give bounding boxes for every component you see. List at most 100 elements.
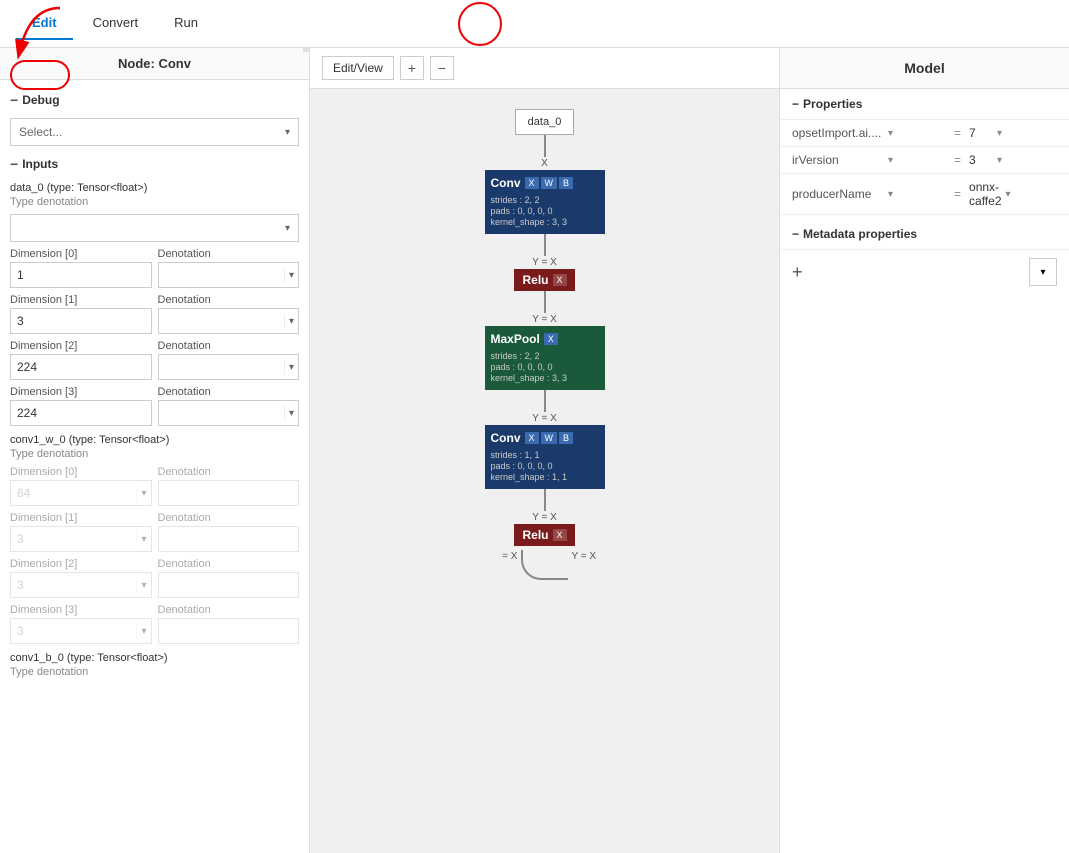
prop-irversion-right[interactable]: ▾ xyxy=(997,155,1057,166)
menu-edit[interactable]: Edit xyxy=(16,7,73,40)
prop-irversion-right-arrow[interactable]: ▾ xyxy=(997,155,1002,166)
node-relu2[interactable]: Relu X xyxy=(514,524,574,546)
zoom-in-button[interactable]: + xyxy=(400,56,424,80)
maxpool-strides: strides : 2, 2 xyxy=(491,351,599,361)
connector-1 xyxy=(544,234,546,256)
relu1-x-btn[interactable]: X xyxy=(553,274,567,286)
prop-irversion-select[interactable]: ▾ xyxy=(886,155,946,166)
nn-graph: data_0 X Conv X W B strides : 2, 2 pads … xyxy=(445,89,645,580)
dim1-input[interactable]: 3 xyxy=(10,308,152,334)
dim1-label: Dimension [1] xyxy=(10,294,152,306)
prop-irversion-eq: = xyxy=(950,153,965,167)
select-placeholder: Select... xyxy=(19,125,62,139)
conv1w0-dim0-val: 64 xyxy=(11,484,136,502)
debug-select[interactable]: Select... ▾ xyxy=(10,118,299,146)
prop-opset-select[interactable]: ▾ xyxy=(886,128,946,139)
field-data0-type: Type denotation xyxy=(10,196,299,208)
field-conv1w0-type: Type denotation xyxy=(10,448,299,460)
meta-label: Metadata properties xyxy=(803,227,917,241)
conv1-b-btn[interactable]: B xyxy=(559,177,573,189)
den2-input[interactable]: ▾ xyxy=(158,354,300,380)
den3-input[interactable]: ▾ xyxy=(158,400,300,426)
conv1w0-dim3-val: 3 xyxy=(11,622,136,640)
conv2-w-btn[interactable]: W xyxy=(541,432,558,444)
node-maxpool[interactable]: MaxPool X strides : 2, 2 pads : 0, 0, 0,… xyxy=(485,326,605,390)
conv1w0-dim1-val: 3 xyxy=(11,530,136,548)
prop-opset-right-arrow[interactable]: ▾ xyxy=(997,128,1002,139)
left-panel-scroll[interactable]: − Debug Select... ▾ − Inputs data_0 (typ… xyxy=(0,80,309,853)
dim3-label: Dimension [3] xyxy=(10,386,152,398)
node-conv2[interactable]: Conv X W B strides : 1, 1 pads : 0, 0, 0… xyxy=(485,425,605,489)
menu-run[interactable]: Run xyxy=(158,7,214,40)
den1-input[interactable]: ▾ xyxy=(158,308,300,334)
meta-add-button[interactable]: + xyxy=(792,262,803,283)
prop-producer-name: producerName xyxy=(792,187,882,201)
maxpool-pads: pads : 0, 0, 0, 0 xyxy=(491,362,599,372)
right-panel-title: Model xyxy=(780,48,1069,89)
conv2-pads: pads : 0, 0, 0, 0 xyxy=(491,461,599,471)
dim2-label: Dimension [2] xyxy=(10,340,152,352)
prop-opset-value: 7 xyxy=(969,126,993,140)
node-conv1[interactable]: Conv X W B strides : 2, 2 pads : 0, 0, 0… xyxy=(485,170,605,234)
prop-producer-right-arrow[interactable]: ▾ xyxy=(1005,189,1010,200)
conv1-x-btn[interactable]: X xyxy=(525,177,539,189)
bottom-connectors: = X Y = X xyxy=(445,550,645,580)
node-relu1[interactable]: Relu X xyxy=(514,269,574,291)
menu-bar: Edit Convert Run xyxy=(0,0,1069,48)
conv2-x-btn[interactable]: X xyxy=(525,432,539,444)
dim2-input[interactable]: 224 xyxy=(10,354,152,380)
conv1-w-btn[interactable]: W xyxy=(541,177,558,189)
conv1w0-dim3-arrow: ▾ xyxy=(136,624,150,639)
dim0-input[interactable]: 1 xyxy=(10,262,152,288)
maxpool-header: MaxPool X xyxy=(485,330,605,348)
data0-dim0: Dimension [0] 1 Denotation ▾ xyxy=(10,248,299,288)
zoom-out-button[interactable]: − xyxy=(430,56,454,80)
conv2-header: Conv X W B xyxy=(485,429,605,447)
scrollbar[interactable] xyxy=(303,48,309,52)
relu2-x-btn[interactable]: X xyxy=(553,529,567,541)
center-panel: Edit/View + − data_0 X Conv X W xyxy=(310,48,779,853)
meta-dropdown[interactable]: ▾ xyxy=(1029,258,1057,286)
den2-arrow[interactable]: ▾ xyxy=(284,360,298,375)
menu-convert[interactable]: Convert xyxy=(77,7,155,40)
relu1-title: Relu xyxy=(522,273,548,287)
node-data0-label: data_0 xyxy=(528,116,562,128)
den0-input[interactable]: ▾ xyxy=(158,262,300,288)
prop-producer-arrow[interactable]: ▾ xyxy=(888,189,893,200)
dim3-input[interactable]: 224 xyxy=(10,400,152,426)
conv1w0-den2-input xyxy=(158,572,300,598)
node-data0[interactable]: data_0 xyxy=(515,109,575,135)
conv1w0-dim2-label: Dimension [2] xyxy=(10,558,152,570)
debug-section-header[interactable]: − Debug xyxy=(10,88,299,112)
conv2-strides: strides : 1, 1 xyxy=(491,450,599,460)
dim0-label: Dimension [0] xyxy=(10,248,152,260)
den1-arrow[interactable]: ▾ xyxy=(284,314,298,329)
conv2-title: Conv xyxy=(491,431,521,445)
editview-button[interactable]: Edit/View xyxy=(322,56,394,80)
maxpool-x-btn[interactable]: X xyxy=(544,333,558,345)
debug-label: Debug xyxy=(22,93,59,107)
field-data0: data_0 (type: Tensor<float>) Type denota… xyxy=(10,182,299,426)
den0-label: Denotation xyxy=(158,248,300,260)
inputs-section-header[interactable]: − Inputs xyxy=(10,152,299,176)
den0-arrow[interactable]: ▾ xyxy=(284,268,298,283)
conv2-info: strides : 1, 1 pads : 0, 0, 0, 0 kernel_… xyxy=(485,447,605,485)
den2-label: Denotation xyxy=(158,340,300,352)
inputs-minus-icon: − xyxy=(10,156,18,172)
prop-irversion-arrow[interactable]: ▾ xyxy=(888,155,893,166)
prop-producer: producerName ▾ = onnx-caffe2 ▾ xyxy=(780,174,1069,215)
conv2-b-btn[interactable]: B xyxy=(559,432,573,444)
data0-type-select[interactable]: ▾ xyxy=(10,214,299,242)
field-conv1b0-type: Type denotation xyxy=(10,666,299,678)
conv1-kernel: kernel_shape : 3, 3 xyxy=(491,217,599,227)
conv1w0-den0-val xyxy=(159,491,299,495)
den3-arrow[interactable]: ▾ xyxy=(284,406,298,421)
den1-label: Denotation xyxy=(158,294,300,306)
prop-opset-right[interactable]: ▾ xyxy=(997,128,1057,139)
prop-producer-right[interactable]: ▾ xyxy=(1005,189,1065,200)
graph-area[interactable]: data_0 X Conv X W B strides : 2, 2 pads … xyxy=(310,89,779,853)
prop-producer-select[interactable]: ▾ xyxy=(886,189,946,200)
dim1-val: 3 xyxy=(11,312,151,330)
conv1w0-dim1-arrow: ▾ xyxy=(136,532,150,547)
prop-opset-arrow[interactable]: ▾ xyxy=(888,128,893,139)
